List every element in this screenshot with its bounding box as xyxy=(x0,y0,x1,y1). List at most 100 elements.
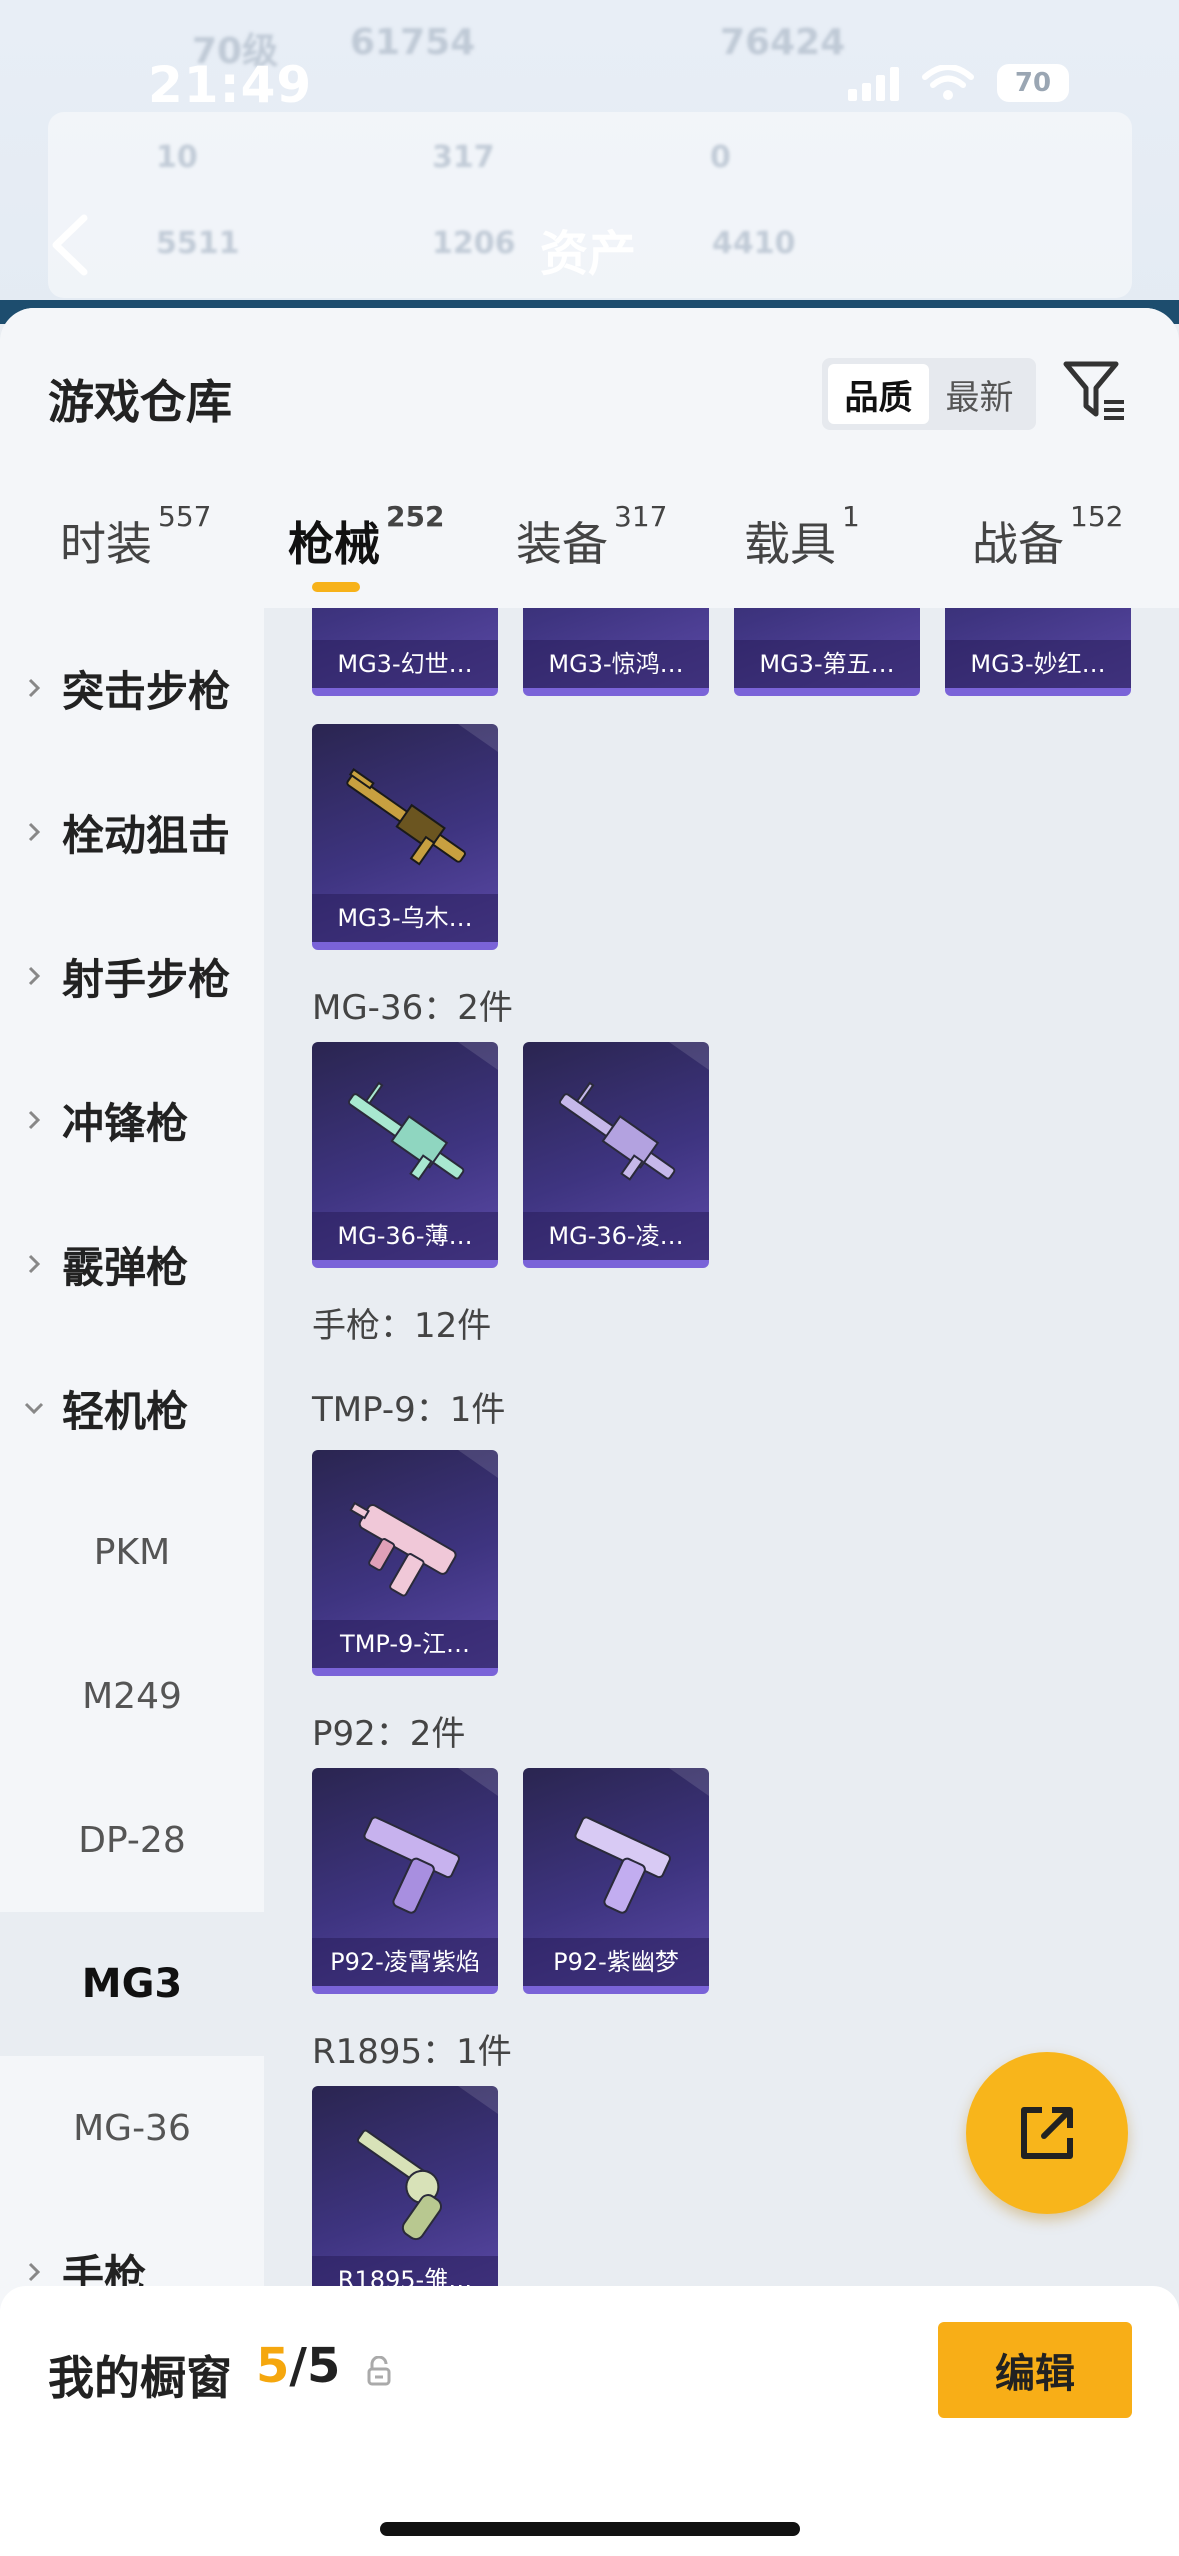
tab-guns[interactable]: 枪械252 xyxy=(288,500,444,574)
group-title-pistol: 手枪：12件 xyxy=(312,1306,492,1346)
sidebar-item-lmg[interactable]: 轻机枪 xyxy=(0,1336,264,1480)
lock-icon xyxy=(367,2356,391,2386)
stat-value: 0 xyxy=(710,140,731,175)
item-card[interactable]: MG3-第五… xyxy=(734,608,920,696)
tab-label: 时装 xyxy=(60,517,152,571)
sidebar-item-label: 冲锋枪 xyxy=(62,1098,189,1148)
item-name: P92-紫幽梦 xyxy=(523,1938,709,1986)
edit-button[interactable]: 编辑 xyxy=(938,2322,1132,2418)
stat-value: 317 xyxy=(432,140,495,175)
machine-gun-image xyxy=(348,1081,465,1181)
sidebar-sub-mg36[interactable]: MG-36 xyxy=(0,2056,264,2200)
showcase-count-used: 5 xyxy=(256,2338,290,2394)
sidebar-sub-dp28[interactable]: DP-28 xyxy=(0,1768,264,1912)
sidebar-item-label: 栓动狙击 xyxy=(62,810,231,860)
active-tab-indicator xyxy=(312,582,360,592)
chevron-down-icon xyxy=(24,1402,44,1415)
item-name: MG3-幻世… xyxy=(312,640,498,688)
item-name: MG3-惊鸿… xyxy=(523,640,709,688)
sidebar: 突击步枪 栓动狙击 射手步枪 冲锋枪 霰弹枪 轻机枪 PKM M249 DP-2… xyxy=(0,608,264,2556)
tab-count: 1 xyxy=(842,499,860,533)
item-card[interactable]: MG3-幻世… xyxy=(312,608,498,696)
wifi-icon xyxy=(922,65,974,100)
warehouse-sheet: 游戏仓库 品质 最新 时装557 枪械252 装备317 载具1 战备152 突… xyxy=(0,308,1179,2556)
stat-value: 1206 xyxy=(432,226,516,261)
sidebar-item-bolt-sniper[interactable]: 栓动狙击 xyxy=(0,760,264,904)
signal-icon xyxy=(848,65,899,101)
pistol-image xyxy=(574,1816,671,1914)
sidebar-item-label: 射手步枪 xyxy=(62,954,231,1004)
sort-quality-button[interactable]: 品质 xyxy=(828,364,929,424)
sidebar-sub-m249[interactable]: M249 xyxy=(0,1624,264,1768)
tab-label: 载具 xyxy=(744,517,836,571)
sidebar-item-label: 突击步枪 xyxy=(62,666,231,716)
machine-gun-image xyxy=(559,1081,676,1181)
item-card[interactable]: P92-紫幽梦 xyxy=(523,1768,709,1994)
tab-fashion[interactable]: 时装557 xyxy=(60,500,211,574)
tab-label: 战备 xyxy=(972,517,1064,571)
stat-value: 5511 xyxy=(156,226,240,261)
machine-gun-image xyxy=(346,768,466,866)
tab-count: 557 xyxy=(158,499,212,533)
tab-vehicles[interactable]: 载具1 xyxy=(744,500,860,574)
tab-label: 枪械 xyxy=(288,517,380,571)
item-card[interactable]: MG3-惊鸿… xyxy=(523,608,709,696)
chevron-right-icon xyxy=(28,2262,41,2282)
tab-label: 装备 xyxy=(516,517,608,571)
tab-count: 252 xyxy=(386,499,445,533)
status-icons: 70 xyxy=(848,64,1069,102)
item-name: MG-36-薄… xyxy=(312,1212,498,1260)
stat-value: 10 xyxy=(156,140,198,175)
chevron-right-icon xyxy=(28,1110,41,1130)
back-arrow-icon[interactable] xyxy=(46,210,94,280)
sidebar-sub-mg3[interactable]: MG3 xyxy=(0,1912,264,2056)
showcase-count: 5/5 xyxy=(256,2338,340,2394)
battery-icon: 70 xyxy=(997,64,1069,102)
sidebar-sub-pkm[interactable]: PKM xyxy=(0,1480,264,1624)
item-name: MG3-第五… xyxy=(734,640,920,688)
home-indicator xyxy=(380,2522,800,2536)
item-card[interactable]: MG3-妙红… xyxy=(945,608,1131,696)
share-button[interactable] xyxy=(966,2052,1128,2214)
revolver-image xyxy=(357,2129,443,2241)
tab-equipment[interactable]: 装备317 xyxy=(516,500,667,574)
stat-value: 61754 xyxy=(350,22,476,63)
tab-count: 152 xyxy=(1070,499,1124,533)
share-icon xyxy=(1021,2107,1073,2159)
smg-image xyxy=(349,1501,457,1597)
sort-newest-button[interactable]: 最新 xyxy=(929,364,1030,424)
group-title-tmp9: TMP-9：1件 xyxy=(312,1390,506,1430)
item-card[interactable]: MG-36-凌… xyxy=(523,1042,709,1268)
item-name: TMP-9-江… xyxy=(312,1620,498,1668)
item-grid: MG3-幻世… MG3-惊鸿… MG3-第五… MG3-妙红… MG3-乌木… … xyxy=(264,608,1179,2556)
item-card[interactable]: MG-36-薄… xyxy=(312,1042,498,1268)
sidebar-item-label: 霰弹枪 xyxy=(62,1242,189,1292)
group-title-r1895: R1895：1件 xyxy=(312,2032,512,2072)
pistol-image xyxy=(363,1816,460,1914)
sidebar-item-smg[interactable]: 冲锋枪 xyxy=(0,1048,264,1192)
chevron-right-icon xyxy=(28,966,41,986)
tab-count: 317 xyxy=(614,499,668,533)
showcase-bar: 我的橱窗 5/5 编辑 xyxy=(0,2286,1179,2556)
sort-toggle: 品质 最新 xyxy=(822,358,1036,430)
item-card[interactable]: MG3-乌木… xyxy=(312,724,498,950)
item-card[interactable]: TMP-9-江… xyxy=(312,1450,498,1676)
sheet-header: 游戏仓库 品质 最新 时装557 枪械252 装备317 载具1 战备152 xyxy=(0,308,1179,608)
sidebar-item-marksman[interactable]: 射手步枪 xyxy=(0,904,264,1048)
stat-value: 4410 xyxy=(712,226,796,261)
group-title-mg36: MG-36：2件 xyxy=(312,988,513,1028)
chevron-right-icon xyxy=(28,1254,41,1274)
item-name: MG3-妙红… xyxy=(945,640,1131,688)
sidebar-item-assault-rifle[interactable]: 突击步枪 xyxy=(0,616,264,760)
tab-supplies[interactable]: 战备152 xyxy=(972,500,1123,574)
category-tabs: 时装557 枪械252 装备317 载具1 战备152 xyxy=(0,498,1179,608)
item-card[interactable]: R1895-雏… xyxy=(312,2086,498,2312)
stat-value: 76424 xyxy=(720,22,846,63)
item-card[interactable]: P92-凌霄紫焰 xyxy=(312,1768,498,1994)
profile-header-background: 70级 61754 76424 10 317 0 5511 1206 4410 … xyxy=(0,0,1179,324)
filter-icon[interactable] xyxy=(1060,356,1130,426)
sidebar-item-shotgun[interactable]: 霰弹枪 xyxy=(0,1192,264,1336)
group-title-p92: P92：2件 xyxy=(312,1714,466,1754)
item-name: MG3-乌木… xyxy=(312,894,498,942)
item-name: P92-凌霄紫焰 xyxy=(312,1938,498,1986)
